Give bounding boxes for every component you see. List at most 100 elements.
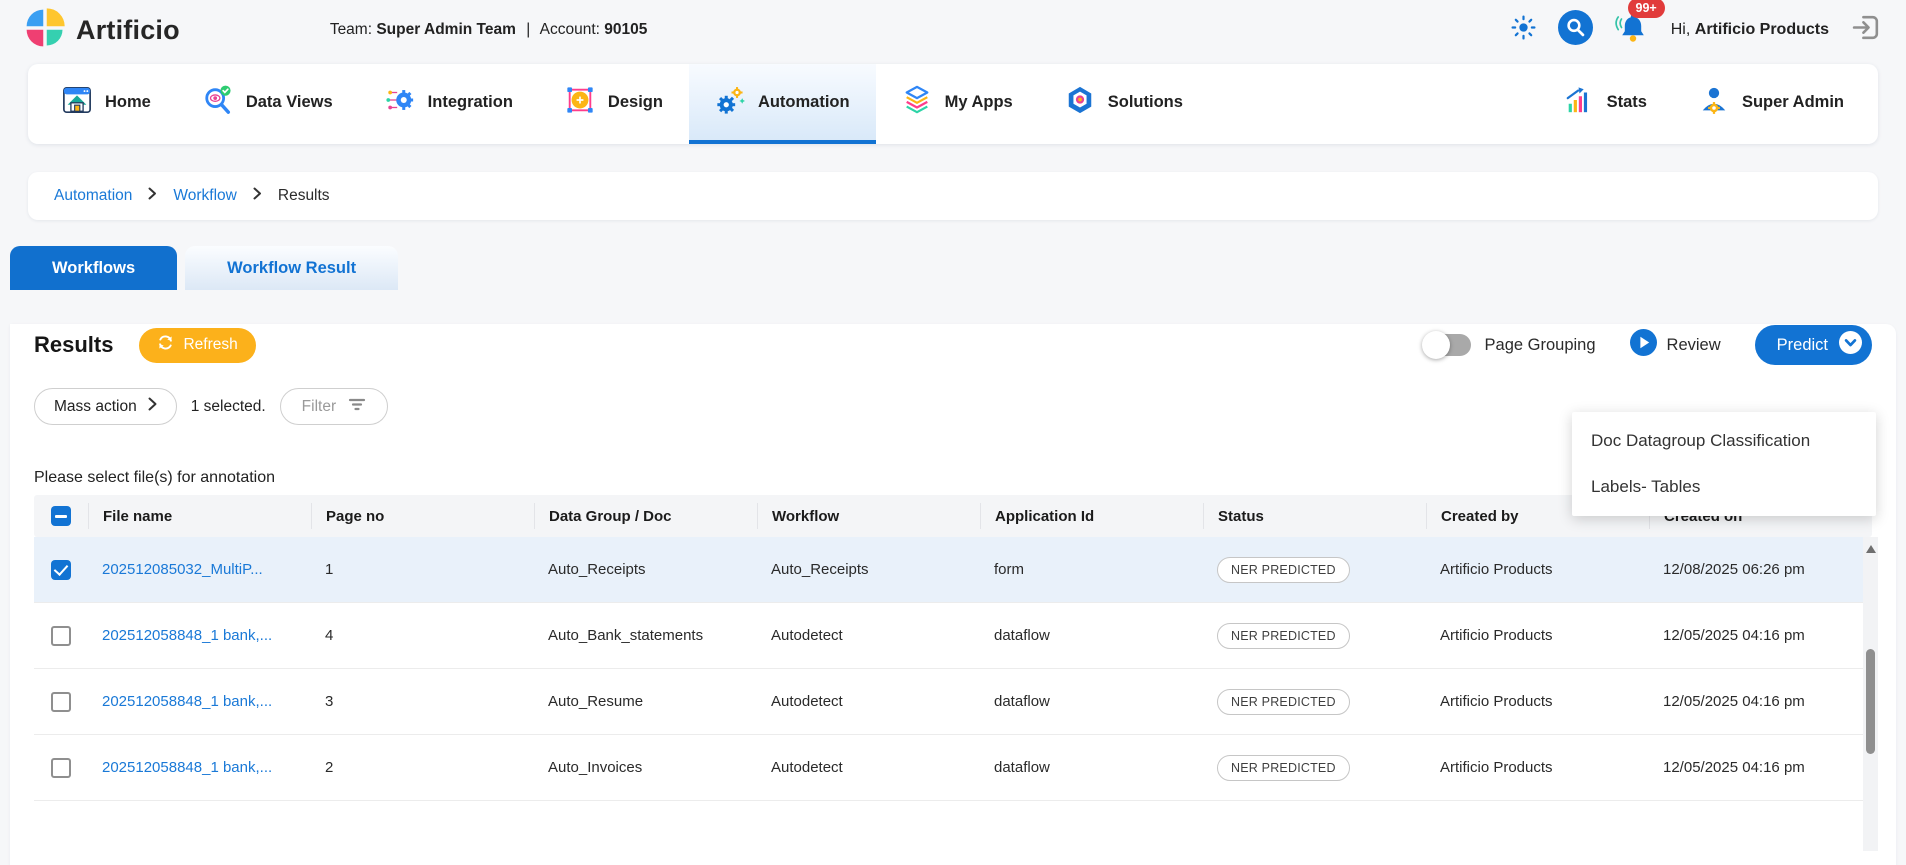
file-name-link[interactable]: 202512058848_1 bank,... — [102, 759, 272, 776]
table-body: 202512085032_MultiP... 1 Auto_Receipts A… — [34, 537, 1872, 801]
mass-action-label: Mass action — [54, 398, 137, 416]
nav-item-home[interactable]: Home — [36, 64, 177, 144]
application-id-cell: dataflow — [980, 759, 1203, 776]
filter-button[interactable]: Filter — [280, 388, 388, 425]
table-row[interactable]: 202512058848_1 bank,... 4 Auto_Bank_stat… — [34, 603, 1872, 669]
column-header-file-name[interactable]: File name — [88, 503, 311, 529]
annotation-hint: Please select file(s) for annotation — [34, 469, 275, 487]
nav-item-solutions[interactable]: Solutions — [1039, 64, 1209, 144]
file-name-link[interactable]: 202512085032_MultiP... — [102, 561, 263, 578]
selected-count: 1 selected. — [191, 398, 266, 416]
created-by-cell: Artificio Products — [1426, 627, 1649, 644]
mass-action-button[interactable]: Mass action — [34, 388, 177, 425]
nav-item-integration[interactable]: Integration — [359, 64, 539, 144]
nav-label: Solutions — [1108, 93, 1183, 112]
table-scrollbar[interactable] — [1863, 537, 1878, 851]
results-panel: Results Refresh Page Grouping — [10, 324, 1896, 865]
column-header-application-id[interactable]: Application Id — [980, 503, 1203, 529]
file-name-link[interactable]: 202512058848_1 bank,... — [102, 693, 272, 710]
review-button[interactable]: Review — [1630, 329, 1721, 361]
table-row[interactable]: 202512058848_1 bank,... 2 Auto_Invoices … — [34, 735, 1872, 801]
team-account-line: Team: Super Admin Team | Account: 90105 — [330, 21, 648, 39]
tab-bar: Workflows Workflow Result — [10, 246, 1906, 290]
predict-dropdown-menu: Doc Datagroup Classification Labels- Tab… — [1572, 412, 1876, 516]
application-id-cell: dataflow — [980, 693, 1203, 710]
predict-button[interactable]: Predict — [1755, 325, 1872, 365]
data-group-cell: Auto_Resume — [534, 693, 757, 710]
brand-name: Artificio — [76, 15, 180, 46]
nav-item-my-apps[interactable]: My Apps — [876, 64, 1039, 144]
user-greeting: Hi, Artificio Products — [1671, 21, 1829, 39]
row-checkbox[interactable] — [51, 560, 71, 580]
created-on-cell: 12/08/2025 06:26 pm — [1649, 561, 1872, 578]
account-label: Account: — [540, 21, 600, 38]
toggle-thumb — [1422, 331, 1450, 359]
filter-label: Filter — [302, 398, 336, 416]
table-row[interactable]: 202512085032_MultiP... 1 Auto_Receipts A… — [34, 537, 1872, 603]
workflow-cell: Autodetect — [757, 759, 980, 776]
user-name: Artificio Products — [1695, 21, 1829, 38]
row-checkbox[interactable] — [51, 626, 71, 646]
column-header-workflow[interactable]: Workflow — [757, 503, 980, 529]
nav-label: Design — [608, 93, 663, 112]
design-icon — [565, 85, 595, 120]
search-icon[interactable] — [1558, 10, 1593, 50]
workflow-cell: Autodetect — [757, 627, 980, 644]
data-views-icon — [203, 85, 233, 120]
nav-label: Super Admin — [1742, 93, 1844, 112]
team-name: Super Admin Team — [376, 21, 516, 38]
file-name-link[interactable]: 202512058848_1 bank,... — [102, 627, 272, 644]
data-group-cell: Auto_Bank_statements — [534, 627, 757, 644]
integration-icon — [385, 85, 415, 120]
table-row[interactable]: 202512058848_1 bank,... 3 Auto_Resume Au… — [34, 669, 1872, 735]
notifications-bell-icon[interactable]: 99+ — [1615, 10, 1649, 51]
nav-item-data-views[interactable]: Data Views — [177, 64, 359, 144]
application-id-cell: form — [980, 561, 1203, 578]
nav-item-automation[interactable]: Automation — [689, 64, 876, 144]
column-header-status[interactable]: Status — [1203, 503, 1426, 529]
breadcrumb-results: Results — [278, 187, 330, 205]
page-no-cell: 3 — [311, 693, 534, 710]
page-grouping-toggle[interactable] — [1425, 334, 1471, 356]
page-no-cell: 4 — [311, 627, 534, 644]
solutions-icon — [1065, 85, 1095, 120]
brand-logo[interactable]: Artificio — [24, 7, 180, 54]
page-grouping-label: Page Grouping — [1485, 336, 1596, 355]
logout-icon[interactable] — [1851, 12, 1882, 48]
breadcrumb-automation[interactable]: Automation — [54, 187, 132, 205]
select-all-checkbox[interactable] — [51, 506, 71, 526]
menu-item-doc-datagroup-classification[interactable]: Doc Datagroup Classification — [1572, 418, 1876, 464]
page-no-cell: 2 — [311, 759, 534, 776]
refresh-label: Refresh — [183, 336, 237, 354]
row-checkbox[interactable] — [51, 758, 71, 778]
menu-item-labels-tables[interactable]: Labels- Tables — [1572, 464, 1876, 510]
tab-workflows[interactable]: Workflows — [10, 246, 177, 290]
data-group-cell: Auto_Receipts — [534, 561, 757, 578]
workflow-cell: Auto_Receipts — [757, 561, 980, 578]
scrollbar-thumb[interactable] — [1866, 649, 1875, 754]
account-number: 90105 — [604, 21, 647, 38]
breadcrumb-workflow[interactable]: Workflow — [173, 187, 236, 205]
row-checkbox[interactable] — [51, 692, 71, 712]
nav-label: Data Views — [246, 93, 333, 112]
column-header-data-group[interactable]: Data Group / Doc — [534, 503, 757, 529]
nav-item-design[interactable]: Design — [539, 64, 689, 144]
nav-item-super-admin[interactable]: Super Admin — [1673, 64, 1870, 144]
application-id-cell: dataflow — [980, 627, 1203, 644]
scroll-up-arrow-icon[interactable] — [1866, 545, 1876, 553]
super-admin-icon — [1699, 85, 1729, 120]
automation-icon — [715, 85, 745, 120]
stats-icon — [1564, 85, 1594, 120]
column-header-page-no[interactable]: Page no — [311, 503, 534, 529]
tab-workflow-result[interactable]: Workflow Result — [185, 246, 398, 290]
chevron-down-icon — [1839, 331, 1862, 359]
review-label: Review — [1667, 336, 1721, 355]
theme-sun-icon[interactable] — [1511, 15, 1536, 45]
created-by-cell: Artificio Products — [1426, 759, 1649, 776]
created-by-cell: Artificio Products — [1426, 693, 1649, 710]
created-on-cell: 12/05/2025 04:16 pm — [1649, 759, 1872, 776]
refresh-button[interactable]: Refresh — [139, 328, 255, 363]
status-badge: NER PREDICTED — [1217, 557, 1350, 583]
chevron-right-icon — [148, 397, 157, 416]
nav-item-stats[interactable]: Stats — [1538, 64, 1673, 144]
